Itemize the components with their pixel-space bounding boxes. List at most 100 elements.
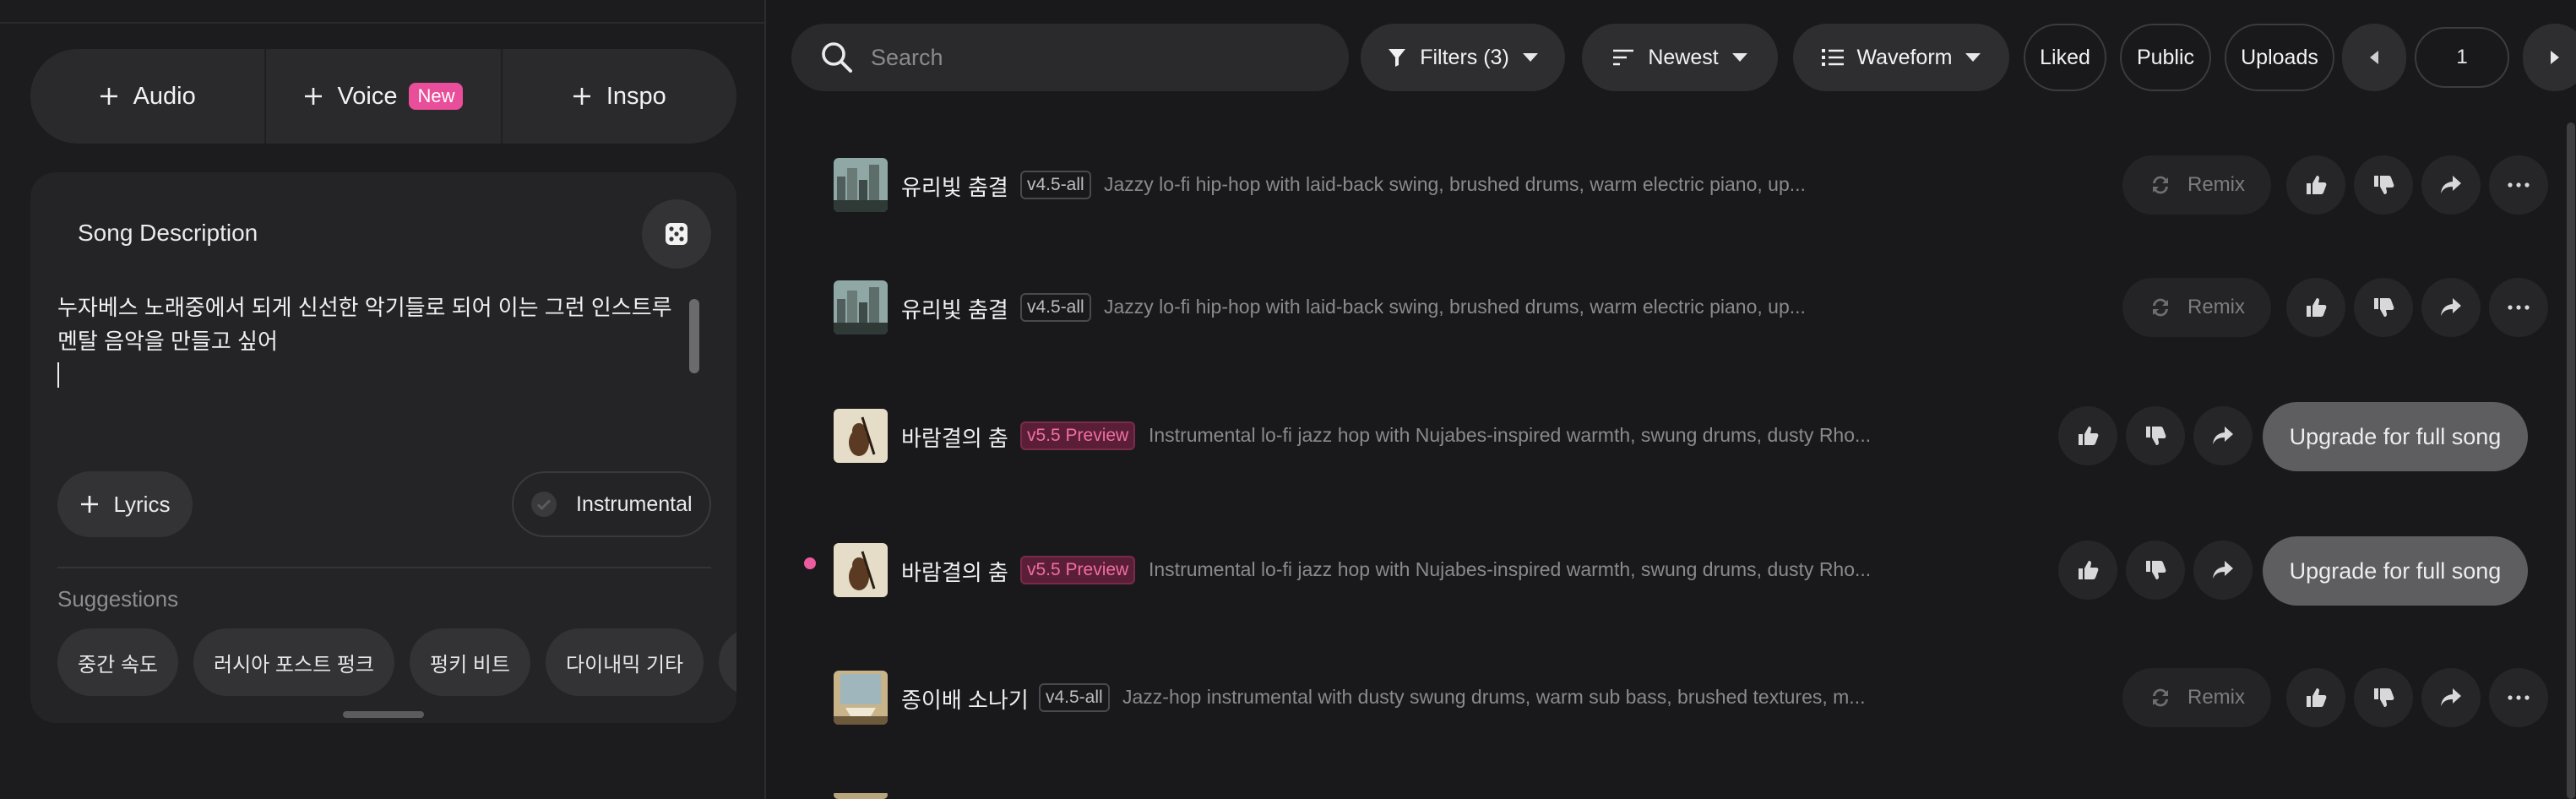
boat-cover-art	[834, 671, 888, 725]
more-options-button[interactable]	[2489, 155, 2548, 215]
chevron-down-icon	[1522, 53, 1538, 62]
violin-cover-art	[834, 409, 888, 463]
thumbs-down-icon	[2374, 688, 2394, 707]
chevron-down-icon	[1731, 53, 1747, 62]
song-cover-image[interactable]	[834, 543, 888, 597]
violin-cover-art	[834, 543, 888, 597]
song-cover-image[interactable]	[834, 791, 888, 799]
remix-icon	[2152, 688, 2168, 707]
like-button[interactable]	[2058, 541, 2117, 600]
song-row[interactable]: 바람결의 춤 v5.5 Preview Instrumental lo-fi j…	[766, 519, 2540, 621]
city-cover-art	[834, 280, 888, 334]
card-divider	[57, 567, 711, 568]
random-prompt-button[interactable]	[642, 199, 711, 269]
song-title[interactable]: 유리빛 춤결	[901, 171, 1008, 202]
add-inspo-button[interactable]: Inspo	[500, 49, 736, 144]
model-version-badge: v5.5 Preview	[1020, 421, 1136, 450]
remix-button[interactable]: Remix	[2122, 155, 2271, 215]
city-cover-art	[834, 158, 888, 212]
song-row[interactable]: 유리빛 춤결 v4.5-all Jazzy lo-fi hip-hop with…	[766, 134, 2548, 236]
share-icon	[2213, 427, 2233, 444]
top-divider	[0, 22, 764, 24]
share-icon	[2441, 298, 2461, 316]
more-icon	[2508, 182, 2530, 188]
new-badge: New	[409, 83, 464, 110]
search-input[interactable]	[871, 44, 1344, 71]
uploads-filter-button[interactable]: Uploads	[2225, 24, 2334, 91]
search-bar[interactable]	[791, 24, 1349, 91]
liked-filter-button[interactable]: Liked	[2024, 24, 2106, 91]
like-button[interactable]	[2058, 406, 2117, 465]
add-voice-button[interactable]: Voice New	[264, 49, 500, 144]
more-options-button[interactable]	[2489, 278, 2548, 337]
song-description: Jazzy lo-fi hip-hop with laid-back swing…	[1104, 173, 1806, 195]
song-title[interactable]: 바람결의 춤	[901, 556, 1008, 587]
song-cover-image[interactable]	[834, 671, 888, 725]
create-panel: Audio Voice New Inspo Song Description 누…	[0, 0, 764, 799]
previous-page-button[interactable]	[2342, 24, 2406, 91]
instrumental-toggle[interactable]: Instrumental	[512, 471, 711, 537]
add-lyrics-button[interactable]: Lyrics	[57, 471, 193, 537]
song-cover-image[interactable]	[834, 280, 888, 334]
share-button[interactable]	[2193, 406, 2253, 465]
song-description-input[interactable]: 누자베스 노래중에서 되게 신선한 악기들로 되어 이는 그런 인스트루 멘탈 …	[57, 291, 682, 390]
list-scrollbar[interactable]	[2567, 122, 2575, 799]
song-title[interactable]: 종이배 소나기	[901, 683, 1029, 715]
search-icon	[822, 42, 852, 73]
dislike-button[interactable]	[2354, 668, 2413, 727]
share-button[interactable]	[2421, 155, 2481, 215]
song-row[interactable]: 종이배 소나기 v4.5-all Jazz-hop instrumental w…	[766, 647, 2548, 748]
remix-button[interactable]: Remix	[2122, 668, 2271, 727]
remix-icon	[2152, 298, 2168, 317]
dislike-button[interactable]	[2126, 406, 2185, 465]
song-title[interactable]: 유리빛 춤결	[901, 293, 1008, 324]
public-filter-button[interactable]: Public	[2120, 24, 2211, 91]
more-options-button[interactable]	[2489, 668, 2548, 727]
thumbs-up-icon	[2307, 176, 2327, 194]
suggestion-chip[interactable]: 중간 속도	[57, 628, 178, 696]
upgrade-button[interactable]: Upgrade for full song	[2263, 536, 2528, 606]
like-button[interactable]	[2286, 668, 2345, 727]
model-version-badge: v5.5 Preview	[1020, 556, 1136, 584]
suggestion-chip[interactable]: 펑키 비트	[409, 628, 530, 696]
remix-button[interactable]: Remix	[2122, 278, 2271, 337]
share-button[interactable]	[2421, 668, 2481, 727]
dislike-button[interactable]	[2126, 541, 2185, 600]
plus-icon	[100, 88, 117, 105]
song-title[interactable]: 바람결의 춤	[901, 421, 1008, 453]
resize-handle[interactable]	[343, 711, 424, 718]
suggestions-label: Suggestions	[57, 586, 179, 611]
upgrade-button[interactable]: Upgrade for full song	[2263, 402, 2528, 471]
new-indicator-dot	[804, 557, 816, 569]
plus-icon	[304, 88, 322, 105]
text-caret	[57, 362, 59, 388]
song-row[interactable]: 바람결의 춤 v5.5 Preview Instrumental lo-fi j…	[766, 385, 2540, 486]
filters-button[interactable]: Filters (3)	[1361, 24, 1565, 91]
suggestion-chip[interactable]: 주르	[719, 628, 736, 696]
song-row[interactable]: 유리빛 춤결 v4.5-all Jazzy lo-fi hip-hop with…	[766, 257, 2548, 358]
thumbs-down-icon	[2374, 298, 2394, 317]
plus-icon	[80, 496, 98, 513]
song-cover-image[interactable]	[834, 409, 888, 463]
view-mode-dropdown[interactable]: Waveform	[1793, 24, 2009, 91]
share-button[interactable]	[2193, 541, 2253, 600]
sort-dropdown[interactable]: Newest	[1582, 24, 1778, 91]
dislike-button[interactable]	[2354, 278, 2413, 337]
dislike-button[interactable]	[2354, 155, 2413, 215]
song-cover-image[interactable]	[834, 158, 888, 212]
thumbs-up-icon	[2307, 688, 2327, 707]
add-audio-button[interactable]: Audio	[30, 49, 264, 144]
share-button[interactable]	[2421, 278, 2481, 337]
suggestion-chip[interactable]: 다이내믹 기타	[545, 628, 704, 696]
filters-label: Filters (3)	[1420, 45, 1509, 69]
description-scrollbar[interactable]	[689, 299, 699, 373]
song-description: Instrumental lo-fi jazz hop with Nujabes…	[1149, 558, 1872, 580]
suggestion-chip[interactable]: 러시아 포스트 펑크	[193, 628, 394, 696]
chevron-right-icon	[2551, 51, 2559, 64]
like-button[interactable]	[2286, 278, 2345, 337]
like-button[interactable]	[2286, 155, 2345, 215]
song-description: Instrumental lo-fi jazz hop with Nujabes…	[1149, 424, 1872, 446]
sort-icon	[1613, 49, 1634, 66]
page-number-input[interactable]: 1	[2415, 27, 2509, 88]
next-page-button[interactable]	[2523, 24, 2576, 91]
